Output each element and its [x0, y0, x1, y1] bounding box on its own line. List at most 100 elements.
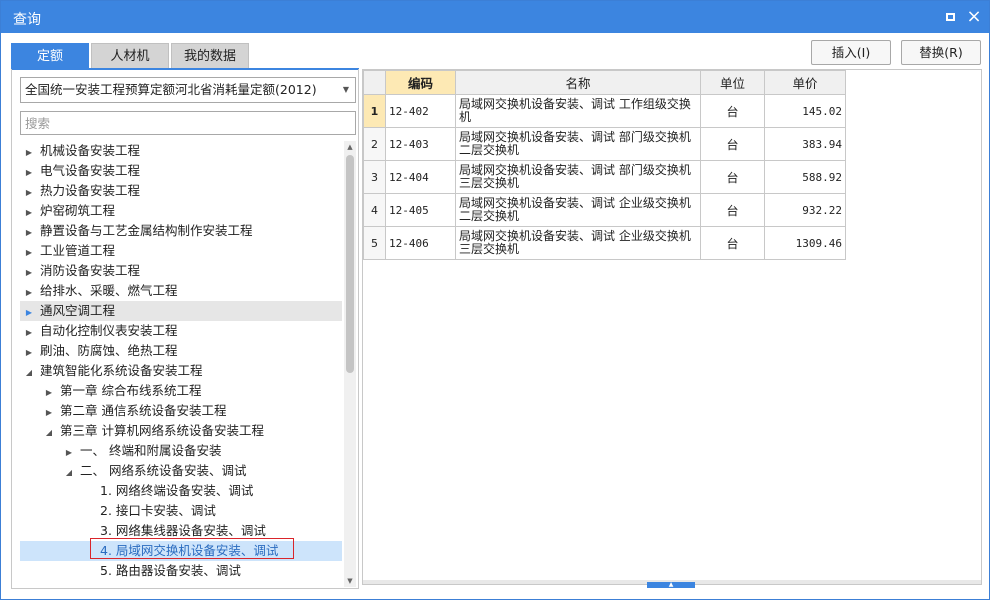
column-header-code[interactable]: 编码: [385, 70, 456, 95]
tree-item[interactable]: 1. 网络终端设备安装、调试: [20, 481, 342, 501]
row-number-cell[interactable]: 1: [363, 94, 386, 128]
price-cell[interactable]: 588.92: [764, 160, 846, 194]
table-row[interactable]: 4 12-405 局域网交换机设备安装、调试 企业级交换机二层交换机台 932.22: [363, 193, 846, 227]
collapsed-arrow-icon[interactable]: ▶: [24, 163, 34, 183]
insert-button[interactable]: 插入(I): [811, 40, 891, 65]
tab-my-data[interactable]: 我的数据: [171, 43, 249, 69]
tree-item[interactable]: ◢ 建筑智能化系统设备安装工程: [20, 361, 342, 381]
unit-cell[interactable]: 台: [700, 127, 765, 161]
quota-library-value: 全国统一安装工程预算定额河北省消耗量定额(2012): [25, 82, 317, 97]
tree-item[interactable]: ▶ 第一章 综合布线系统工程: [20, 381, 342, 401]
collapsed-arrow-icon[interactable]: ▶: [44, 383, 54, 403]
tree-item[interactable]: ▶ 工业管道工程: [20, 241, 342, 261]
collapsed-arrow-icon[interactable]: ▶: [24, 343, 34, 363]
price-cell[interactable]: 145.02: [764, 94, 846, 128]
replace-button[interactable]: 替换(R): [901, 40, 981, 65]
tree-item[interactable]: ▶ 给排水、采暖、燃气工程: [20, 281, 342, 301]
row-number-cell[interactable]: 4: [363, 193, 386, 227]
column-header-unit[interactable]: 单位: [700, 70, 765, 95]
close-icon[interactable]: ×: [965, 8, 983, 26]
table-header-row: 编码 名称 单位 单价: [363, 70, 846, 95]
unit-cell[interactable]: 台: [700, 94, 765, 128]
expanded-arrow-icon[interactable]: ◢: [44, 423, 54, 443]
code-cell[interactable]: 12-404: [385, 160, 456, 194]
name-cell[interactable]: 局域网交换机设备安装、调试 企业级交换机三层交换机: [455, 226, 701, 260]
scroll-down-icon[interactable]: ▼: [344, 575, 356, 587]
name-cell[interactable]: 局域网交换机设备安装、调试 部门级交换机二层交换机: [455, 127, 701, 161]
tree-item[interactable]: ▶ 热力设备安装工程: [20, 181, 342, 201]
collapsed-arrow-icon[interactable]: ▶: [64, 443, 74, 463]
row-number-cell[interactable]: 5: [363, 226, 386, 260]
collapsed-arrow-icon[interactable]: ▶: [24, 323, 34, 343]
tree-item[interactable]: ▶ 刷油、防腐蚀、绝热工程: [20, 341, 342, 361]
unit-cell[interactable]: 台: [700, 193, 765, 227]
column-header-name[interactable]: 名称: [455, 70, 701, 95]
price-cell[interactable]: 1309.46: [764, 226, 846, 260]
collapsed-arrow-icon[interactable]: ▶: [24, 203, 34, 223]
tree-item[interactable]: 5. 路由器设备安装、调试: [20, 561, 342, 581]
maximize-icon[interactable]: [941, 8, 959, 26]
code-cell[interactable]: 12-402: [385, 94, 456, 128]
tree-item[interactable]: ▶ 自动化控制仪表安装工程: [20, 321, 342, 341]
unit-cell[interactable]: 台: [700, 160, 765, 194]
collapsed-arrow-icon[interactable]: ▶: [24, 263, 34, 283]
code-cell[interactable]: 12-405: [385, 193, 456, 227]
tree-scrollbar[interactable]: ▲ ▼: [344, 141, 356, 587]
tree-item-label: 2. 接口卡安装、调试: [100, 503, 216, 518]
expanded-arrow-icon[interactable]: ◢: [24, 363, 34, 383]
price-cell[interactable]: 383.94: [764, 127, 846, 161]
name-cell[interactable]: 局域网交换机设备安装、调试 工作组级交换机: [455, 94, 701, 128]
table-row[interactable]: 1 12-402 局域网交换机设备安装、调试 工作组级交换机台 145.02: [363, 94, 846, 128]
tree-item-label: 5. 路由器设备安装、调试: [100, 563, 241, 578]
tree-item-label: 自动化控制仪表安装工程: [40, 323, 178, 338]
window-title: 查询: [13, 12, 41, 28]
chevron-down-icon: ▼: [342, 85, 349, 94]
code-cell[interactable]: 12-403: [385, 127, 456, 161]
tree-item-label: 第二章 通信系统设备安装工程: [60, 403, 227, 418]
tree-item[interactable]: ▶ 通风空调工程: [20, 301, 342, 321]
tree-item[interactable]: ◢ 第三章 计算机网络系统设备安装工程: [20, 421, 342, 441]
tree-item[interactable]: 6. 防火墙设备安装、调试: [20, 581, 342, 583]
quota-library-select[interactable]: 全国统一安装工程预算定额河北省消耗量定额(2012) ▼: [20, 77, 356, 103]
scrollbar-thumb[interactable]: [346, 155, 354, 373]
tree-item-label: 给排水、采暖、燃气工程: [40, 283, 178, 298]
collapsed-arrow-icon[interactable]: ▶: [24, 143, 34, 163]
tree-item-label: 建筑智能化系统设备安装工程: [40, 363, 203, 378]
row-number-cell[interactable]: 2: [363, 127, 386, 161]
table-row[interactable]: 2 12-403 局域网交换机设备安装、调试 部门级交换机二层交换机台 383.94: [363, 127, 846, 161]
collapsed-arrow-icon[interactable]: ▶: [24, 303, 34, 323]
tree-item[interactable]: ◢ 二、 网络系统设备安装、调试: [20, 461, 342, 481]
collapsed-arrow-icon[interactable]: ▶: [44, 403, 54, 423]
tree-item[interactable]: 2. 接口卡安装、调试: [20, 501, 342, 521]
tree-item[interactable]: ▶ 一、 终端和附属设备安装: [20, 441, 342, 461]
collapsed-arrow-icon[interactable]: ▶: [24, 223, 34, 243]
title-bar: 查询 ×: [1, 1, 989, 33]
unit-cell[interactable]: 台: [700, 226, 765, 260]
price-cell[interactable]: 932.22: [764, 193, 846, 227]
collapse-handle-icon[interactable]: ▲: [647, 582, 695, 588]
table-row[interactable]: 5 12-406 局域网交换机设备安装、调试 企业级交换机三层交换机台 1309.46: [363, 226, 846, 260]
collapsed-arrow-icon[interactable]: ▶: [24, 283, 34, 303]
tree-item[interactable]: ▶ 消防设备安装工程: [20, 261, 342, 281]
tree-item[interactable]: ▶ 第二章 通信系统设备安装工程: [20, 401, 342, 421]
tree-item[interactable]: ▶ 机械设备安装工程: [20, 141, 342, 161]
collapsed-arrow-icon[interactable]: ▶: [24, 243, 34, 263]
table-row[interactable]: 3 12-404 局域网交换机设备安装、调试 部门级交换机三层交换机台 588.92: [363, 160, 846, 194]
tree-item[interactable]: ▶ 炉窑砌筑工程: [20, 201, 342, 221]
tree-item[interactable]: ▶ 静置设备与工艺金属结构制作安装工程: [20, 221, 342, 241]
row-number-cell[interactable]: 3: [363, 160, 386, 194]
tree-item-label: 第一章 综合布线系统工程: [60, 383, 202, 398]
tab-material[interactable]: 人材机: [91, 43, 169, 69]
collapsed-arrow-icon[interactable]: ▶: [24, 183, 34, 203]
tree-item-label: 1. 网络终端设备安装、调试: [100, 483, 254, 498]
code-cell[interactable]: 12-406: [385, 226, 456, 260]
search-input[interactable]: [20, 111, 356, 135]
tab-quota[interactable]: 定额: [11, 43, 89, 69]
name-cell[interactable]: 局域网交换机设备安装、调试 企业级交换机二层交换机: [455, 193, 701, 227]
column-header-price[interactable]: 单价: [764, 70, 846, 95]
name-cell[interactable]: 局域网交换机设备安装、调试 部门级交换机三层交换机: [455, 160, 701, 194]
tree-item-label: 工业管道工程: [40, 243, 116, 258]
scroll-up-icon[interactable]: ▲: [344, 141, 356, 153]
expanded-arrow-icon[interactable]: ◢: [64, 463, 74, 483]
tree-item[interactable]: ▶ 电气设备安装工程: [20, 161, 342, 181]
